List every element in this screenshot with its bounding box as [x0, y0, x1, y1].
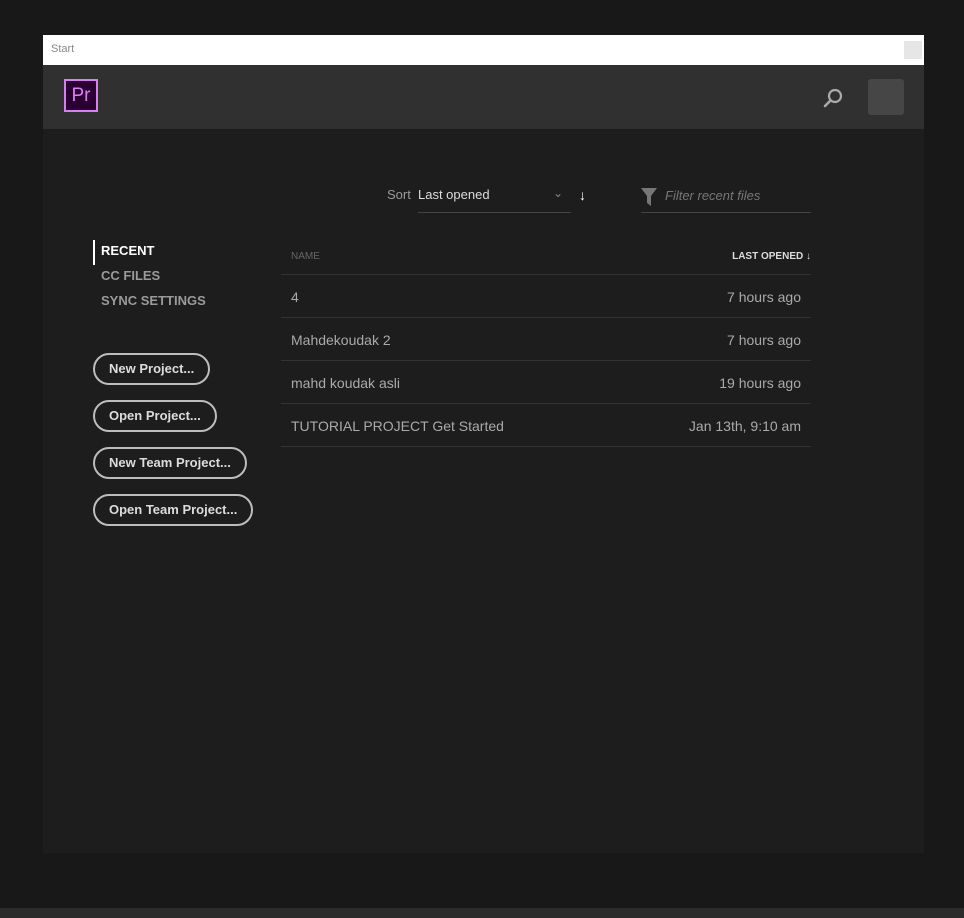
table-row[interactable]: TUTORIAL PROJECT Get Started Jan 13th, 9:… [281, 404, 811, 447]
new-team-project-button[interactable]: New Team Project... [93, 447, 247, 479]
close-button[interactable] [904, 41, 922, 59]
file-date: 19 hours ago [719, 375, 801, 391]
open-project-button[interactable]: Open Project... [93, 400, 217, 432]
table-row[interactable]: 4 7 hours ago [281, 275, 811, 318]
column-last-opened[interactable]: LAST OPENED ↓ [732, 251, 811, 262]
sort-direction-button[interactable]: ↓ [579, 187, 586, 203]
sidebar-nav: RECENT CC FILES SYNC SETTINGS [93, 240, 206, 315]
file-date: Jan 13th, 9:10 am [688, 418, 801, 434]
file-date: 7 hours ago [727, 332, 801, 348]
app-header: Pr [43, 65, 924, 129]
title-bar: Start [43, 35, 924, 65]
sidebar-item-recent[interactable]: RECENT [93, 240, 206, 265]
table-header: NAME LAST OPENED ↓ [281, 242, 811, 275]
new-project-button[interactable]: New Project... [93, 353, 211, 385]
sidebar-item-sync-settings[interactable]: SYNC SETTINGS [93, 290, 206, 315]
filter-placeholder: Filter recent files [665, 188, 761, 203]
table-row[interactable]: mahd koudak asli 19 hours ago [281, 361, 811, 404]
start-window: Start Pr Sort Last opened ⌄ ↓ Filter rec… [43, 35, 924, 853]
filter-input[interactable]: Filter recent files [641, 185, 811, 213]
sidebar-item-cc-files[interactable]: CC FILES [93, 265, 206, 290]
window-title: Start [51, 43, 75, 55]
column-name[interactable]: NAME [291, 251, 320, 262]
sort-label: Sort [387, 187, 411, 202]
sort-value: Last opened [418, 187, 490, 202]
taskbar-strip [0, 908, 964, 918]
file-name: Mahdekoudak 2 [291, 332, 391, 348]
open-team-project-button[interactable]: Open Team Project... [93, 494, 254, 526]
recent-files-table: NAME LAST OPENED ↓ 4 7 hours ago Mahdekou… [281, 242, 811, 447]
table-row[interactable]: Mahdekoudak 2 7 hours ago [281, 318, 811, 361]
file-name: mahd koudak asli [291, 375, 400, 391]
sort-dropdown[interactable]: Last opened ⌄ [418, 185, 571, 213]
file-date: 7 hours ago [727, 289, 801, 305]
avatar[interactable] [868, 79, 904, 115]
premiere-logo: Pr [64, 79, 98, 112]
file-name: 4 [291, 289, 299, 305]
chevron-down-icon: ⌄ [552, 186, 563, 200]
file-name: TUTORIAL PROJECT Get Started [291, 418, 504, 434]
filter-icon [641, 188, 657, 206]
search-icon[interactable] [821, 86, 845, 110]
